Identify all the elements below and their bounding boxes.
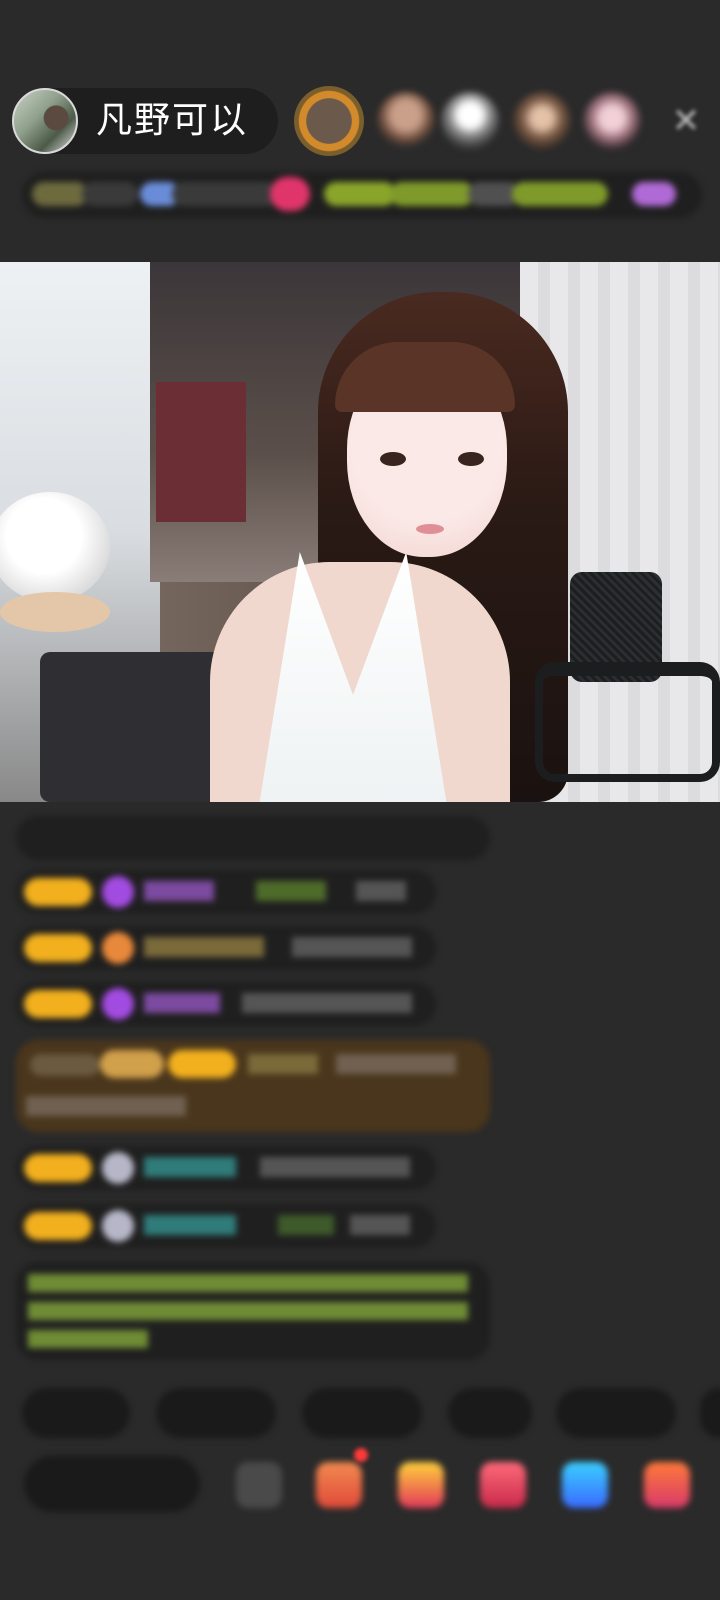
info-strip[interactable] — [22, 172, 702, 218]
host-name: 凡野可以 — [96, 100, 249, 141]
chat-highlight-message[interactable] — [16, 1040, 490, 1132]
microphone-mount — [535, 662, 720, 782]
more-icon[interactable] — [632, 182, 676, 206]
streamer-eye-left — [380, 452, 406, 466]
top-viewer-avatar-5[interactable] — [583, 92, 641, 150]
system-notice-line-1 — [28, 1274, 468, 1292]
chat-username[interactable] — [144, 993, 220, 1013]
level-badge — [24, 878, 92, 906]
gem-icon — [102, 988, 134, 1020]
level-badge — [24, 990, 92, 1018]
gift-icon[interactable] — [398, 1462, 444, 1508]
vip-badge — [100, 1050, 164, 1078]
top-viewer-avatar-2[interactable] — [377, 92, 435, 150]
level-badge — [168, 1050, 236, 1078]
quick-reply-5[interactable] — [556, 1388, 676, 1438]
top-viewer-avatar-4[interactable] — [513, 92, 571, 150]
chat-message[interactable] — [16, 870, 436, 914]
chat-username[interactable] — [144, 1215, 236, 1235]
level-badge — [24, 934, 92, 962]
fan-level-badge — [30, 1054, 100, 1076]
chat-text — [350, 1215, 410, 1235]
chat-text — [260, 1157, 410, 1177]
comment-input[interactable] — [24, 1456, 200, 1512]
host-avatar[interactable] — [12, 88, 78, 154]
tag-chip-4[interactable] — [512, 182, 608, 206]
chat-target — [278, 1215, 334, 1235]
chat-username[interactable] — [144, 937, 264, 957]
fan-chip[interactable] — [172, 182, 278, 206]
chat-text — [336, 1054, 456, 1074]
quick-reply-6[interactable] — [700, 1388, 720, 1438]
quick-reply-4[interactable] — [448, 1388, 532, 1438]
chat-username[interactable] — [144, 881, 214, 901]
chat-message[interactable] — [16, 1146, 436, 1190]
quick-reply-3[interactable] — [302, 1388, 422, 1438]
chat-text — [292, 937, 412, 957]
video-table — [0, 592, 110, 632]
quick-reply-2[interactable] — [156, 1388, 276, 1438]
chat-username[interactable] — [144, 1157, 236, 1177]
gem-icon — [102, 932, 134, 964]
chat-message[interactable] — [16, 982, 436, 1026]
quick-reply-1[interactable] — [22, 1388, 130, 1438]
system-notice-line-2 — [28, 1302, 468, 1320]
notification-dot — [354, 1448, 368, 1462]
tag-chip-1[interactable] — [324, 182, 396, 206]
chat-message[interactable] — [16, 1204, 436, 1248]
level-badge — [24, 1212, 92, 1240]
chat-text — [242, 993, 412, 1013]
heart-icon[interactable] — [270, 177, 310, 211]
emoji-icon[interactable] — [236, 1462, 282, 1508]
chat-text-continued — [26, 1096, 186, 1116]
chat-text — [356, 881, 406, 901]
top-viewer-avatar-1[interactable] — [294, 86, 364, 156]
tag-chip-2[interactable] — [390, 182, 474, 206]
chat-message[interactable] — [16, 926, 436, 970]
more-icon[interactable] — [644, 1462, 690, 1508]
gem-icon — [102, 876, 134, 908]
system-notice — [16, 1262, 490, 1360]
streamer-bangs — [335, 342, 515, 412]
game-icon[interactable] — [562, 1462, 608, 1508]
red-packet-icon[interactable] — [316, 1462, 362, 1508]
gem-icon — [102, 1152, 134, 1184]
system-notice-line-3 — [28, 1330, 148, 1348]
streamer-eye-right — [458, 452, 484, 466]
host-info-pill[interactable]: 凡野可以 — [12, 88, 278, 154]
rank-chip[interactable] — [32, 182, 88, 206]
streamer-lips — [416, 524, 444, 534]
gem-icon — [102, 1210, 134, 1242]
chat-username[interactable] — [248, 1054, 318, 1074]
chat-target — [256, 881, 326, 901]
live-video[interactable] — [0, 262, 720, 802]
stat-chip — [82, 182, 138, 206]
chat-notice — [16, 816, 490, 860]
level-badge — [24, 1154, 92, 1182]
share-icon[interactable] — [480, 1462, 526, 1508]
top-viewer-avatar-3[interactable] — [441, 92, 499, 150]
close-icon[interactable]: ✕ — [668, 103, 704, 139]
video-shelf-panel — [156, 382, 246, 522]
